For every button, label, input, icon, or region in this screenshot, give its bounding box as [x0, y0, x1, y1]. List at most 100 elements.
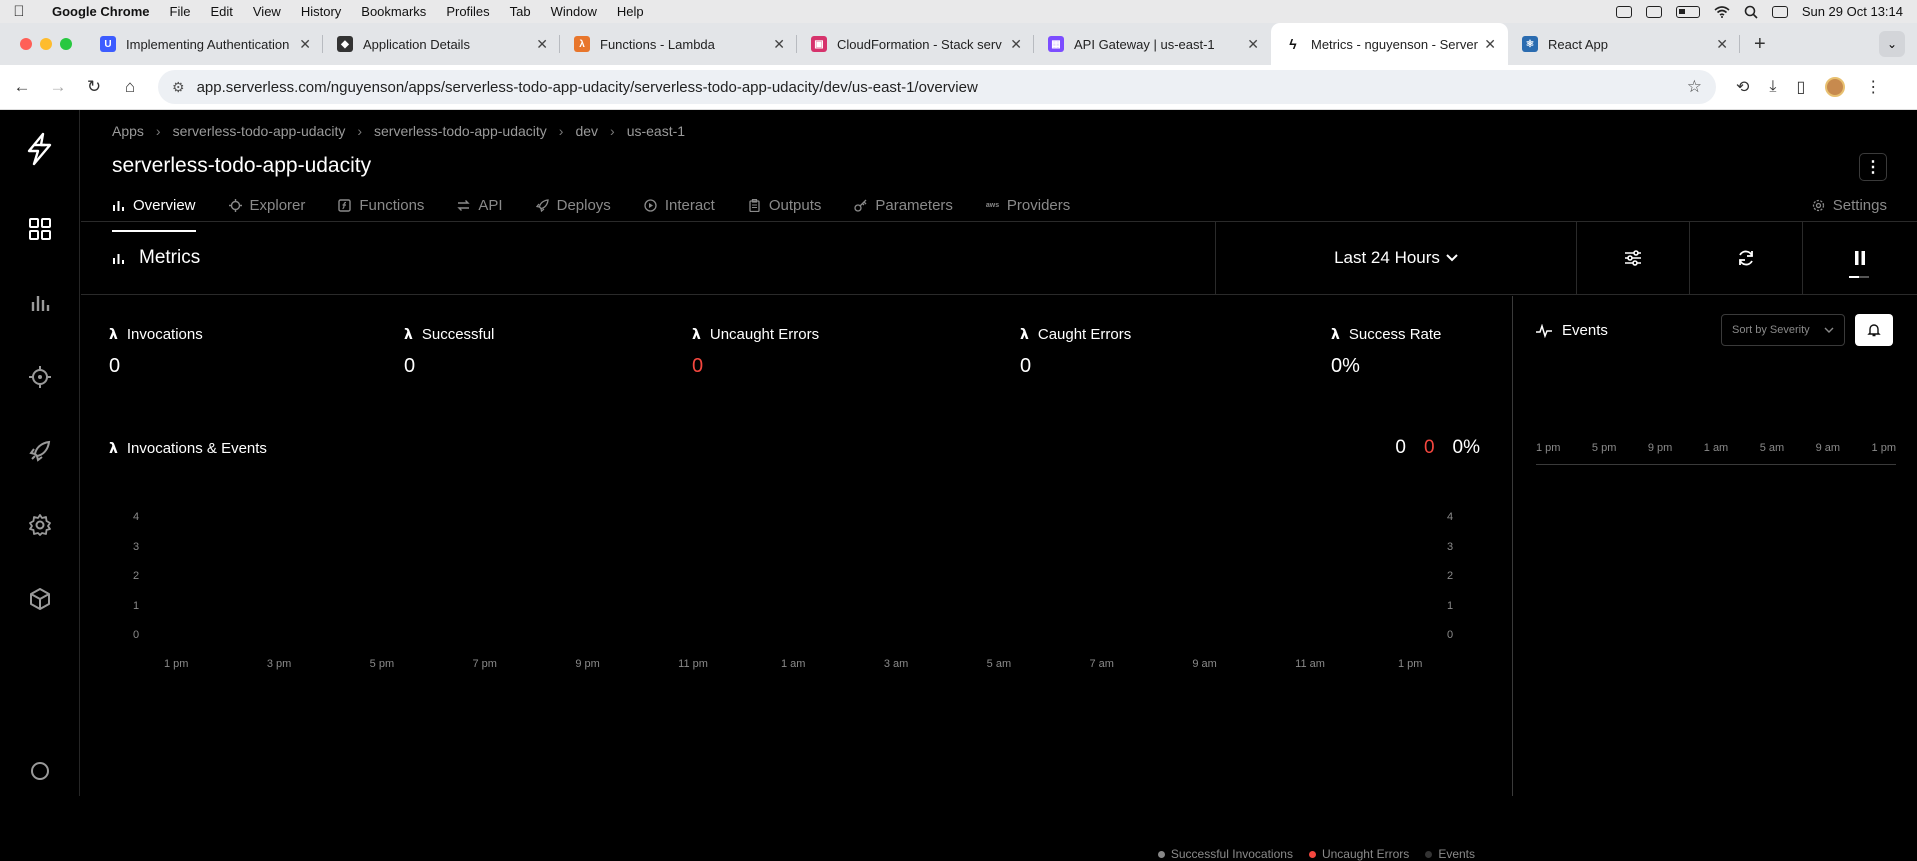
menu-tab[interactable]: Tab [500, 4, 541, 19]
browser-tab-cloudformation[interactable]: ▣ CloudFormation - Stack serv ✕ [797, 23, 1034, 65]
spotlight-search-icon[interactable] [1744, 5, 1758, 19]
battery-icon[interactable] [1675, 5, 1700, 18]
sidebar-deploys-rocket-icon[interactable] [0, 414, 80, 488]
close-tab-icon[interactable]: ✕ [1247, 36, 1259, 53]
window-layout-icon[interactable] [1615, 5, 1632, 18]
browser-tab-react-app[interactable]: ⚛ React App ✕ [1508, 23, 1740, 65]
legend-item-uncaught-errors[interactable]: Uncaught Errors [1308, 847, 1409, 861]
invocations-events-chart: 4 4 3 3 2 2 1 1 0 0 1 pm 3 pm 5 pm 7 pm 9 pm 11 pm 1 am 3… [81, 476, 1513, 670]
x-tick: 11 am [1295, 658, 1325, 670]
breadcrumb-app[interactable]: serverless-todo-app-udacity [173, 123, 346, 139]
zoom-window-button[interactable] [60, 38, 72, 50]
download-icon[interactable]: ⤓ [1769, 78, 1776, 96]
close-tab-icon[interactable]: ✕ [299, 36, 311, 53]
back-arrow-icon[interactable]: ← [4, 77, 40, 97]
close-tab-icon[interactable]: ✕ [1484, 36, 1496, 53]
sidebar-providers-cube-icon[interactable] [0, 562, 80, 636]
y-tick-left: 2 [133, 570, 140, 582]
events-timeline-line [1536, 464, 1896, 465]
legend-label: Successful Invocations [1170, 847, 1293, 861]
sidebar-metrics-icon[interactable] [0, 266, 80, 340]
more-options-kebab-icon[interactable]: ⋮ [1859, 153, 1887, 181]
browser-tab-metrics[interactable]: ϟ Metrics - nguyenson - Server ✕ [1271, 23, 1508, 65]
address-url[interactable]: app.serverless.com/nguyenson/apps/server… [197, 79, 1687, 96]
tab-search-chevron-icon[interactable]: ⌄ [1879, 31, 1905, 57]
profile-avatar[interactable] [1825, 77, 1846, 97]
legend-item-events[interactable]: Events [1425, 847, 1475, 861]
forward-arrow-icon[interactable]: → [40, 77, 76, 97]
filter-sliders-button[interactable] [1577, 222, 1690, 294]
site-settings-icon[interactable]: ⚙ [172, 79, 185, 96]
menu-window[interactable]: Window [541, 4, 607, 19]
breadcrumb-apps[interactable]: Apps [112, 123, 144, 139]
menu-profiles[interactable]: Profiles [436, 4, 499, 19]
pause-live-button[interactable] [1803, 222, 1916, 294]
x-tick: 3 pm [266, 658, 292, 670]
events-timeline-axis: 1 pm 5 pm 9 pm 1 am 5 am 9 am 1 pm [1536, 442, 1896, 454]
metrics-title-label: Metrics [139, 247, 201, 268]
refresh-button[interactable] [1690, 222, 1803, 294]
minimize-window-button[interactable] [40, 38, 52, 50]
bar-chart-icon [113, 253, 124, 264]
breadcrumb-region[interactable]: us-east-1 [627, 123, 685, 139]
timeline-tick: 1 pm [1871, 442, 1896, 454]
browser-tab-implementing-authentication[interactable]: U Implementing Authentication ✕ [86, 23, 323, 65]
screen-share-icon[interactable] [1645, 5, 1662, 18]
sidebar-apps-grid-icon[interactable] [0, 192, 80, 266]
side-panel-icon[interactable]: ▯ [1796, 77, 1805, 97]
x-tick: 1 am [781, 658, 806, 670]
menu-app-name[interactable]: Google Chrome [38, 4, 160, 19]
sort-by-severity-select[interactable]: Sort by Severity [1721, 314, 1845, 346]
close-tab-icon[interactable]: ✕ [536, 36, 548, 53]
apple-menu-icon[interactable]:  [0, 3, 38, 20]
chevron-right-icon: › [558, 123, 564, 139]
bookmark-star-icon[interactable]: ☆ [1687, 77, 1702, 97]
close-tab-icon[interactable]: ✕ [773, 36, 785, 53]
legend-dot [1157, 850, 1165, 858]
chrome-menu-icon[interactable]: ⋮ [1865, 77, 1881, 97]
address-bar[interactable]: ⚙ app.serverless.com/nguyenson/apps/serv… [158, 70, 1716, 104]
sidebar-explorer-icon[interactable] [0, 340, 80, 414]
bar-chart-icon [113, 201, 124, 211]
wifi-icon[interactable] [1714, 5, 1730, 18]
browser-tab-application-details[interactable]: ◆ Application Details ✕ [323, 23, 560, 65]
home-icon[interactable]: ⌂ [112, 77, 148, 97]
lambda-icon: λ [109, 326, 118, 343]
menu-file[interactable]: File [160, 4, 201, 19]
reload-icon[interactable]: ↻ [76, 77, 112, 97]
menu-edit[interactable]: Edit [200, 4, 242, 19]
extension-icon[interactable]: ⟲ [1736, 77, 1749, 97]
close-window-button[interactable] [20, 38, 32, 50]
x-tick: 1 pm [1398, 658, 1423, 670]
menu-history[interactable]: History [291, 4, 351, 19]
menu-view[interactable]: View [243, 4, 291, 19]
browser-tab-api-gateway[interactable]: ▦ API Gateway | us-east-1 ✕ [1034, 23, 1271, 65]
tab-title: CloudFormation - Stack serv [837, 36, 1002, 52]
lambda-icon: λ [404, 326, 413, 343]
legend-item-successful[interactable]: Successful Invocations [1157, 847, 1293, 861]
menu-help[interactable]: Help [607, 4, 654, 19]
stat-value: 0% [1331, 355, 1360, 377]
menubar-clock[interactable]: Sun 29 Oct 13:14 [1802, 4, 1903, 19]
browser-tab-functions-lambda[interactable]: λ Functions - Lambda ✕ [560, 23, 797, 65]
stat-caught-errors: λ Caught Errors 0 [1020, 326, 1131, 378]
sidebar-chat-icon[interactable] [0, 760, 80, 796]
new-tab-icon[interactable]: + [1740, 33, 1780, 56]
time-range-dropdown[interactable]: Last 24 Hours [1216, 222, 1577, 294]
alerts-button[interactable] [1855, 314, 1893, 346]
stat-uncaught-errors: λ Uncaught Errors 0 [692, 326, 819, 378]
serverless-logo-icon[interactable] [23, 132, 57, 166]
tab-label: Interact [664, 197, 715, 214]
sidebar-settings-gear-icon[interactable] [0, 488, 80, 562]
close-tab-icon[interactable]: ✕ [1716, 36, 1728, 53]
chevron-down-icon [1824, 327, 1834, 333]
tab-title: Metrics - nguyenson - Server [1311, 36, 1478, 52]
breadcrumb-stage[interactable]: dev [575, 123, 598, 139]
menu-bookmarks[interactable]: Bookmarks [351, 4, 436, 19]
close-tab-icon[interactable]: ✕ [1010, 36, 1022, 53]
events-panel: Events Sort by Severity 1 pm 5 pm 9 pm 1… [1514, 296, 1917, 796]
y-tick-right: 0 [1447, 629, 1454, 641]
stat-label: Uncaught Errors [709, 326, 820, 343]
control-center-icon[interactable] [1771, 5, 1788, 18]
breadcrumb-service[interactable]: serverless-todo-app-udacity [374, 123, 547, 139]
